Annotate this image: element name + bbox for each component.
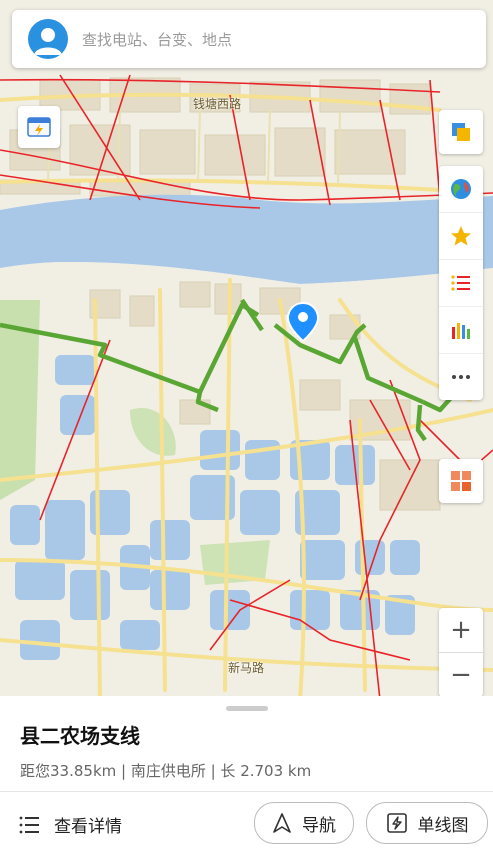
bottom-sheet: 县二农场支线 距您33.85km | 南庄供电所 | 长 2.703 km 查看…	[0, 696, 493, 857]
map-tools-group	[439, 166, 483, 400]
single-line-diagram-label: 单线图	[417, 815, 469, 836]
bar-chart-icon	[452, 323, 470, 339]
road-label-south: 新马路	[228, 661, 265, 675]
favorites-button[interactable]	[439, 213, 483, 260]
star-icon	[451, 226, 471, 246]
navigate-button[interactable]: 导航	[254, 802, 354, 844]
sheet-drag-handle[interactable]	[226, 706, 268, 711]
list-icon	[451, 275, 470, 291]
lightning-panel-icon	[27, 117, 51, 137]
navigation-arrow-icon	[273, 813, 291, 833]
line-subtitle: 距您33.85km | 南庄供电所 | 长 2.703 km	[20, 762, 312, 780]
view-details-label: 查看详情	[54, 817, 122, 837]
divider	[0, 791, 493, 792]
location-pin-icon[interactable]	[287, 302, 319, 342]
list-outline-icon	[19, 816, 39, 833]
avatar[interactable]	[28, 19, 68, 59]
more-icon	[452, 375, 470, 379]
grid-menu-button[interactable]	[439, 459, 483, 503]
list-button[interactable]	[439, 260, 483, 307]
more-button[interactable]	[439, 354, 483, 400]
zoom-out-button[interactable]: −	[439, 653, 483, 697]
lightning-box-icon	[386, 813, 407, 833]
search-bar[interactable]: 查找电站、台变、地点	[12, 10, 486, 68]
layers-button[interactable]	[439, 110, 483, 154]
statistics-button[interactable]	[439, 307, 483, 354]
view-details-button[interactable]: 查看详情	[18, 812, 122, 837]
line-title: 县二农场支线	[20, 724, 140, 748]
single-line-diagram-button[interactable]: 单线图	[366, 802, 488, 844]
globe-icon	[451, 179, 471, 199]
map-canvas[interactable]	[0, 0, 493, 700]
navigate-label: 导航	[302, 815, 336, 836]
layers-icon	[452, 123, 470, 141]
road-label-north: 钱塘西路	[193, 97, 242, 111]
zoom-in-button[interactable]: +	[439, 608, 483, 653]
search-placeholder[interactable]: 查找电站、台变、地点	[82, 29, 232, 50]
basemap-button[interactable]	[439, 166, 483, 213]
zoom-controls: + −	[439, 608, 483, 697]
diagram-toggle-button[interactable]	[18, 106, 60, 148]
grid-icon	[451, 471, 471, 491]
map-view[interactable]: 钱塘西路 新马路	[0, 0, 493, 700]
user-avatar-icon	[34, 28, 62, 55]
